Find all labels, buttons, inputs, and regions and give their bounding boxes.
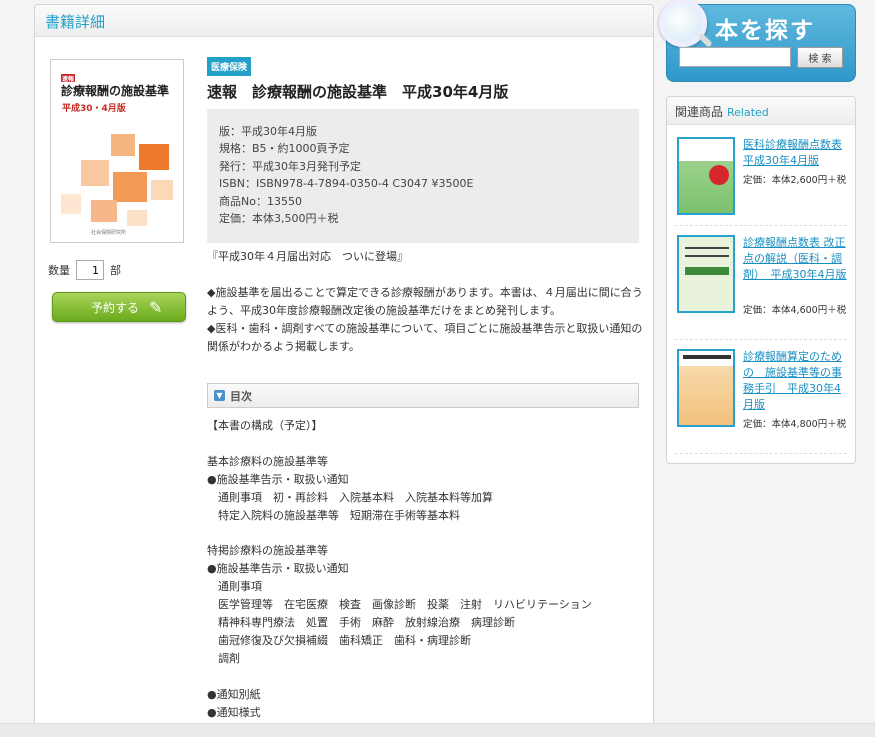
horizontal-scrollbar[interactable] <box>0 723 875 737</box>
related-thumbnail[interactable] <box>677 235 735 313</box>
cover-edition: 平成30・4月版 <box>62 104 126 114</box>
spec-box: 版：平成30年4月版 規格：B5・約1000頁予定 発行：平成30年3月発刊予定… <box>207 109 639 243</box>
panel-header: 書籍詳細 <box>35 5 653 37</box>
related-header: 関連商品 Related <box>667 97 855 125</box>
book-title: 速報 診療報酬の施設基準 平成30年4月版 <box>207 83 509 101</box>
quantity-label: 数量 <box>48 264 70 277</box>
quantity-input[interactable] <box>76 260 104 280</box>
spec-price: 定価：本体3,500円＋税 <box>219 212 339 226</box>
search-button[interactable]: 検 索 <box>797 47 843 68</box>
pen-icon: ✎ <box>149 297 163 317</box>
search-title: 本を探す <box>715 18 815 44</box>
related-title-link[interactable]: 診療報酬点数表 改正点の解説（医科・調剤） 平成30年4月版 <box>743 235 849 283</box>
related-title-link[interactable]: 診療報酬算定のための 施設基準等の事務手引 平成30年4月版 <box>743 349 849 413</box>
book-cover-image: 速報 診療報酬の施設基準 平成30・4月版 社会保険研究所 <box>50 59 184 243</box>
related-thumbnail[interactable] <box>677 349 735 427</box>
description: 『平成30年４月届出対応 ついに登場』 ◆施設基準を届出ることで算定できる診療報… <box>207 248 647 356</box>
related-price: 定価：本体4,800円＋税 <box>743 419 847 430</box>
toc-content: 【本書の構成（予定）】 基本診療料の施設基準等 ●施設基準告示・取扱い通知 通則… <box>207 419 592 719</box>
related-price: 定価：本体4,600円＋税 <box>743 305 847 316</box>
related-products: 関連商品 Related 医科診療報酬点数表 平成30年4月版 定価：本体2,60… <box>666 96 856 464</box>
reserve-label: 予約する <box>91 300 140 315</box>
quantity-unit: 部 <box>110 264 121 277</box>
arrow-down-icon: ▼ <box>214 390 225 401</box>
search-input[interactable] <box>679 47 791 67</box>
toc-header[interactable]: ▼ 目次 <box>207 383 639 408</box>
tagline: 『平成30年４月届出対応 ついに登場』 <box>207 250 408 263</box>
search-box: 本を探す 検 索 <box>659 0 856 82</box>
spec-release: 発行：平成30年3月発刊予定 <box>219 159 361 173</box>
reserve-button[interactable]: 予約する ✎ <box>52 292 186 322</box>
category-badge: 医療保険 <box>207 57 252 76</box>
description-paragraph: ◆医科・歯科・調剤すべての施設基準について、項目ごとに施設基準告示と取扱い通知の… <box>207 322 643 353</box>
related-price: 定価：本体2,600円＋税 <box>743 175 847 186</box>
page-title: 書籍詳細 <box>45 13 106 31</box>
cover-publisher: 社会保険研究所 <box>91 230 127 236</box>
spec-edition: 版：平成30年4月版 <box>219 125 317 138</box>
related-heading-en: Related <box>727 106 769 119</box>
related-heading: 関連商品 <box>675 105 724 119</box>
related-title-link[interactable]: 医科診療報酬点数表 平成30年4月版 <box>743 137 849 169</box>
spec-product-no: 商品No：13550 <box>219 194 302 208</box>
spec-format: 規格：B5・約1000頁予定 <box>219 142 350 156</box>
cover-title: 診療報酬の施設基準 <box>61 84 170 98</box>
spec-isbn: ISBN：ISBN978-4-7894-0350-4 C3047 ¥3500E <box>219 177 474 191</box>
toc-label: 目次 <box>230 389 252 403</box>
book-detail-panel: 書籍詳細 速報 診療報酬の施設基準 平成30・4月版 社会保険研究所 数量 部 … <box>34 4 654 737</box>
description-paragraph: ◆施設基準を届出ることで算定できる診療報酬があります。本書は、４月届出に間に合う… <box>207 286 643 317</box>
quantity-control: 数量 部 <box>48 260 121 280</box>
